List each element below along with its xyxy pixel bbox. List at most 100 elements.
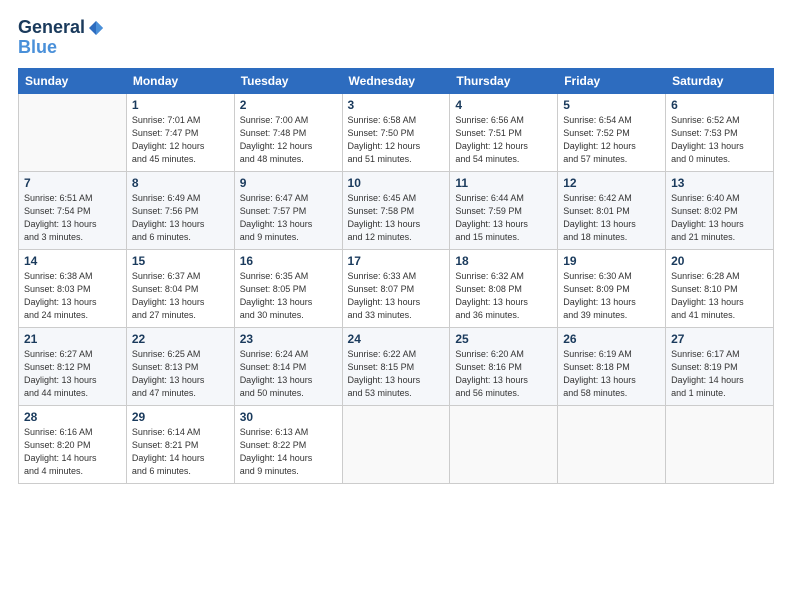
calendar-cell: 13Sunrise: 6:40 AM Sunset: 8:02 PM Dayli…	[666, 171, 774, 249]
day-number: 22	[132, 332, 229, 346]
day-number: 20	[671, 254, 768, 268]
day-info: Sunrise: 6:42 AM Sunset: 8:01 PM Dayligh…	[563, 192, 660, 244]
day-number: 17	[348, 254, 445, 268]
calendar-cell: 2 Sunrise: 7:00 AM Sunset: 7:48 PM Daylig…	[234, 93, 342, 171]
calendar-week-5: 28 Sunrise: 6:16 AM Sunset: 8:20 PM Dayli…	[19, 405, 774, 483]
day-number: 14	[24, 254, 121, 268]
weekday-saturday: Saturday	[666, 68, 774, 93]
calendar-cell: 26 Sunrise: 6:19 AM Sunset: 8:18 PM Dayli…	[558, 327, 666, 405]
day-info: Sunrise: 6:45 AM Sunset: 7:58 PM Dayligh…	[348, 192, 445, 244]
day-number: 3	[348, 98, 445, 112]
weekday-thursday: Thursday	[450, 68, 558, 93]
day-info: Sunrise: 6:49 AM Sunset: 7:56 PM Dayligh…	[132, 192, 229, 244]
weekday-friday: Friday	[558, 68, 666, 93]
day-info: Sunrise: 6:38 AM Sunset: 8:03 PM Dayligh…	[24, 270, 121, 322]
day-info: Sunrise: 6:56 AM Sunset: 7:51 PM Dayligh…	[455, 114, 552, 166]
calendar-cell: 10Sunrise: 6:45 AM Sunset: 7:58 PM Dayli…	[342, 171, 450, 249]
day-info: Sunrise: 6:30 AM Sunset: 8:09 PM Dayligh…	[563, 270, 660, 322]
day-info: Sunrise: 6:25 AM Sunset: 8:13 PM Dayligh…	[132, 348, 229, 400]
calendar-week-3: 14 Sunrise: 6:38 AM Sunset: 8:03 PM Dayli…	[19, 249, 774, 327]
day-number: 18	[455, 254, 552, 268]
day-info: Sunrise: 6:44 AM Sunset: 7:59 PM Dayligh…	[455, 192, 552, 244]
day-info: Sunrise: 6:22 AM Sunset: 8:15 PM Dayligh…	[348, 348, 445, 400]
day-info: Sunrise: 6:47 AM Sunset: 7:57 PM Dayligh…	[240, 192, 337, 244]
day-info: Sunrise: 6:51 AM Sunset: 7:54 PM Dayligh…	[24, 192, 121, 244]
calendar-cell	[450, 405, 558, 483]
day-info: Sunrise: 7:01 AM Sunset: 7:47 PM Dayligh…	[132, 114, 229, 166]
calendar-cell: 9 Sunrise: 6:47 AM Sunset: 7:57 PM Daylig…	[234, 171, 342, 249]
day-number: 5	[563, 98, 660, 112]
calendar-cell: 27 Sunrise: 6:17 AM Sunset: 8:19 PM Dayli…	[666, 327, 774, 405]
day-info: Sunrise: 6:32 AM Sunset: 8:08 PM Dayligh…	[455, 270, 552, 322]
calendar-cell: 11 Sunrise: 6:44 AM Sunset: 7:59 PM Dayli…	[450, 171, 558, 249]
calendar-week-4: 21 Sunrise: 6:27 AM Sunset: 8:12 PM Dayli…	[19, 327, 774, 405]
day-number: 24	[348, 332, 445, 346]
day-info: Sunrise: 7:00 AM Sunset: 7:48 PM Dayligh…	[240, 114, 337, 166]
calendar-cell: 23 Sunrise: 6:24 AM Sunset: 8:14 PM Dayli…	[234, 327, 342, 405]
day-number: 6	[671, 98, 768, 112]
day-number: 8	[132, 176, 229, 190]
day-info: Sunrise: 6:16 AM Sunset: 8:20 PM Dayligh…	[24, 426, 121, 478]
day-info: Sunrise: 6:54 AM Sunset: 7:52 PM Dayligh…	[563, 114, 660, 166]
calendar-cell: 20 Sunrise: 6:28 AM Sunset: 8:10 PM Dayli…	[666, 249, 774, 327]
calendar-week-2: 7 Sunrise: 6:51 AM Sunset: 7:54 PM Daylig…	[19, 171, 774, 249]
day-info: Sunrise: 6:27 AM Sunset: 8:12 PM Dayligh…	[24, 348, 121, 400]
day-info: Sunrise: 6:24 AM Sunset: 8:14 PM Dayligh…	[240, 348, 337, 400]
logo-blue: Blue	[18, 38, 105, 58]
logo-text: General	[18, 18, 105, 38]
day-info: Sunrise: 6:13 AM Sunset: 8:22 PM Dayligh…	[240, 426, 337, 478]
calendar-cell: 15 Sunrise: 6:37 AM Sunset: 8:04 PM Dayli…	[126, 249, 234, 327]
weekday-sunday: Sunday	[19, 68, 127, 93]
day-number: 12	[563, 176, 660, 190]
weekday-tuesday: Tuesday	[234, 68, 342, 93]
day-info: Sunrise: 6:20 AM Sunset: 8:16 PM Dayligh…	[455, 348, 552, 400]
calendar-cell	[19, 93, 127, 171]
day-info: Sunrise: 6:17 AM Sunset: 8:19 PM Dayligh…	[671, 348, 768, 400]
day-info: Sunrise: 6:52 AM Sunset: 7:53 PM Dayligh…	[671, 114, 768, 166]
calendar-cell: 22 Sunrise: 6:25 AM Sunset: 8:13 PM Dayli…	[126, 327, 234, 405]
calendar-cell: 24 Sunrise: 6:22 AM Sunset: 8:15 PM Dayli…	[342, 327, 450, 405]
day-number: 29	[132, 410, 229, 424]
calendar-cell: 28 Sunrise: 6:16 AM Sunset: 8:20 PM Dayli…	[19, 405, 127, 483]
day-number: 15	[132, 254, 229, 268]
day-number: 28	[24, 410, 121, 424]
calendar-cell: 6 Sunrise: 6:52 AM Sunset: 7:53 PM Daylig…	[666, 93, 774, 171]
calendar-cell: 17Sunrise: 6:33 AM Sunset: 8:07 PM Dayli…	[342, 249, 450, 327]
day-number: 30	[240, 410, 337, 424]
calendar-cell	[558, 405, 666, 483]
day-number: 9	[240, 176, 337, 190]
calendar-cell	[342, 405, 450, 483]
calendar-cell: 8 Sunrise: 6:49 AM Sunset: 7:56 PM Daylig…	[126, 171, 234, 249]
weekday-monday: Monday	[126, 68, 234, 93]
calendar-cell: 30 Sunrise: 6:13 AM Sunset: 8:22 PM Dayli…	[234, 405, 342, 483]
day-info: Sunrise: 6:28 AM Sunset: 8:10 PM Dayligh…	[671, 270, 768, 322]
calendar-cell: 12 Sunrise: 6:42 AM Sunset: 8:01 PM Dayli…	[558, 171, 666, 249]
calendar-cell: 16Sunrise: 6:35 AM Sunset: 8:05 PM Dayli…	[234, 249, 342, 327]
day-info: Sunrise: 6:37 AM Sunset: 8:04 PM Dayligh…	[132, 270, 229, 322]
weekday-wednesday: Wednesday	[342, 68, 450, 93]
day-info: Sunrise: 6:40 AM Sunset: 8:02 PM Dayligh…	[671, 192, 768, 244]
header: General Blue	[18, 18, 774, 58]
day-info: Sunrise: 6:19 AM Sunset: 8:18 PM Dayligh…	[563, 348, 660, 400]
day-number: 2	[240, 98, 337, 112]
weekday-header-row: SundayMondayTuesdayWednesdayThursdayFrid…	[19, 68, 774, 93]
day-number: 1	[132, 98, 229, 112]
page: General Blue SundayMondayTuesdayWednesda…	[0, 0, 792, 612]
day-info: Sunrise: 6:58 AM Sunset: 7:50 PM Dayligh…	[348, 114, 445, 166]
day-info: Sunrise: 6:14 AM Sunset: 8:21 PM Dayligh…	[132, 426, 229, 478]
calendar-cell: 5 Sunrise: 6:54 AM Sunset: 7:52 PM Daylig…	[558, 93, 666, 171]
calendar-cell: 14 Sunrise: 6:38 AM Sunset: 8:03 PM Dayli…	[19, 249, 127, 327]
day-number: 19	[563, 254, 660, 268]
day-info: Sunrise: 6:35 AM Sunset: 8:05 PM Dayligh…	[240, 270, 337, 322]
day-number: 7	[24, 176, 121, 190]
day-number: 26	[563, 332, 660, 346]
calendar-cell: 21 Sunrise: 6:27 AM Sunset: 8:12 PM Dayli…	[19, 327, 127, 405]
calendar-cell: 4Sunrise: 6:56 AM Sunset: 7:51 PM Daylig…	[450, 93, 558, 171]
calendar: SundayMondayTuesdayWednesdayThursdayFrid…	[18, 68, 774, 484]
calendar-cell	[666, 405, 774, 483]
calendar-cell: 25Sunrise: 6:20 AM Sunset: 8:16 PM Dayli…	[450, 327, 558, 405]
day-number: 27	[671, 332, 768, 346]
day-number: 23	[240, 332, 337, 346]
day-number: 11	[455, 176, 552, 190]
day-number: 21	[24, 332, 121, 346]
